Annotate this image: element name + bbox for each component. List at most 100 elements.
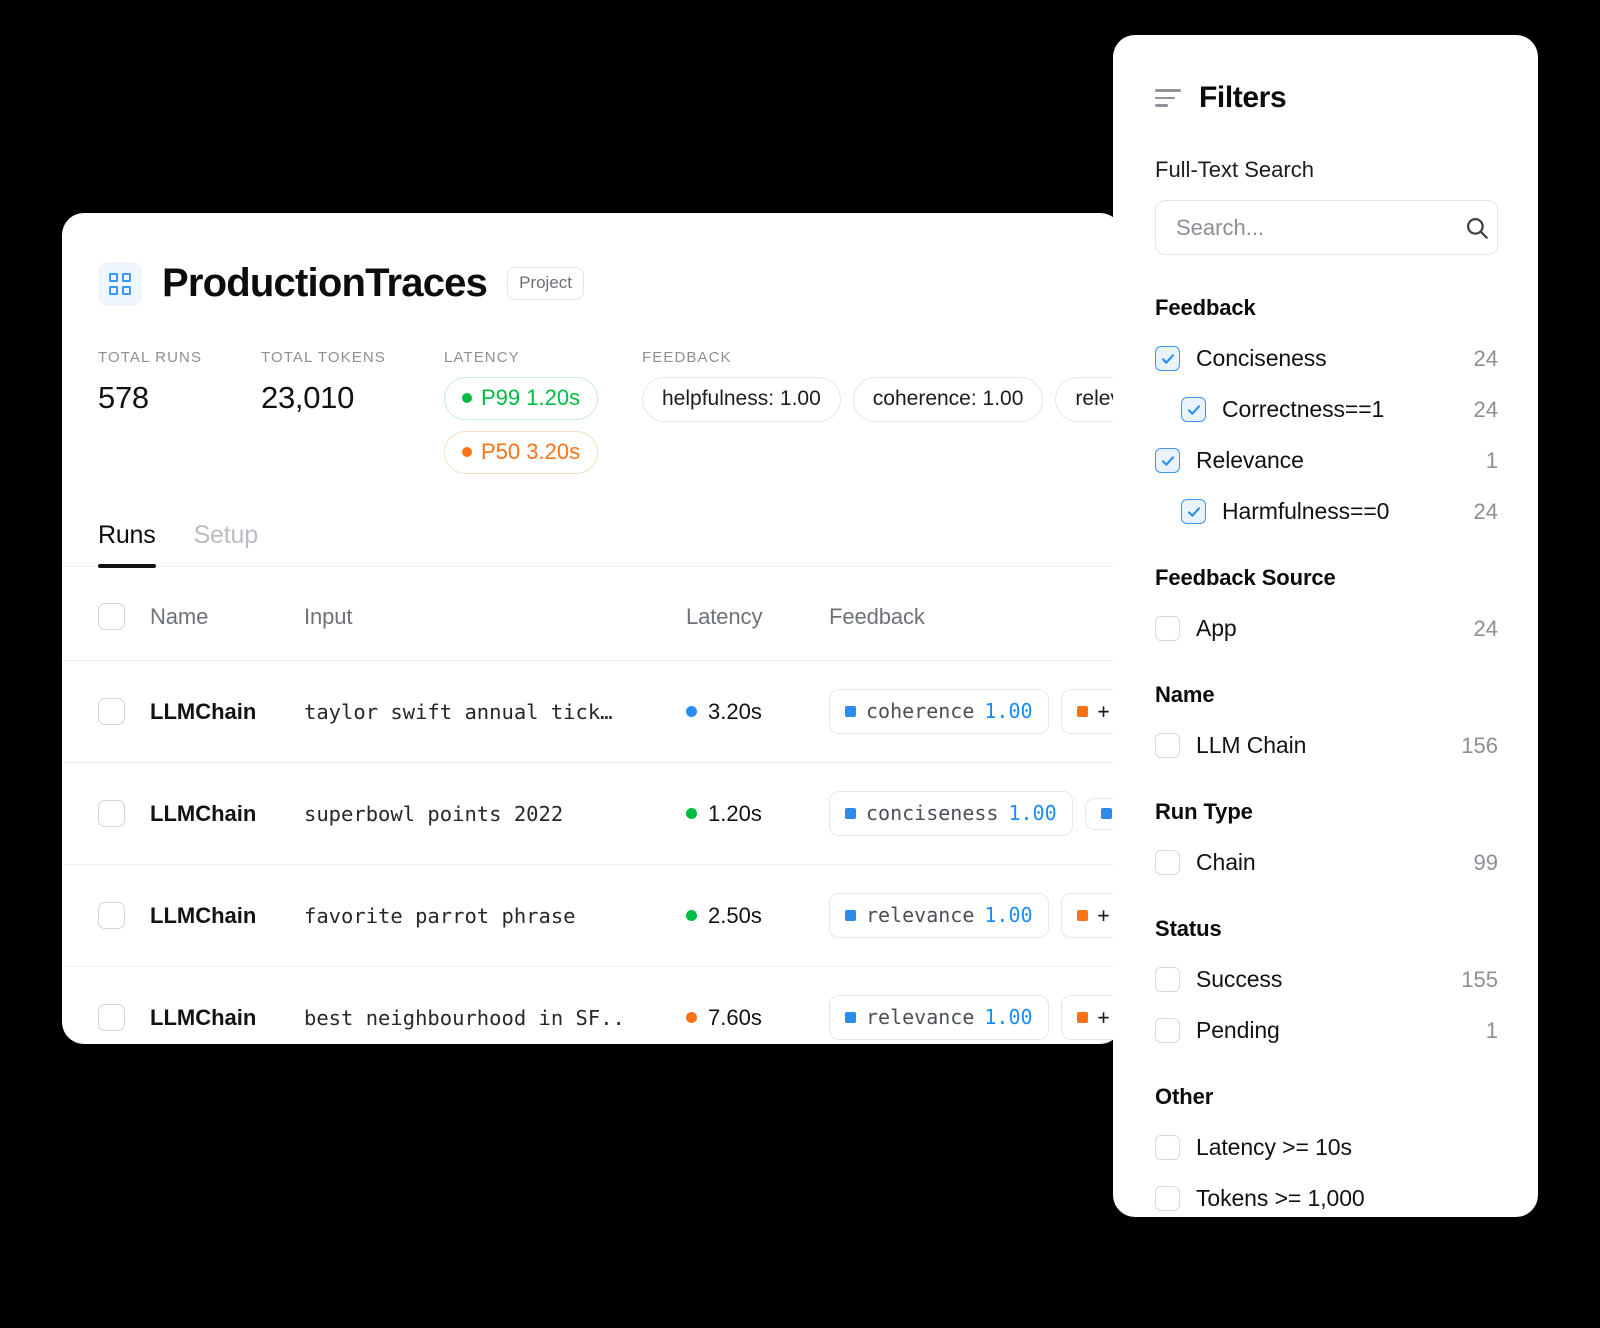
feedback-chip[interactable]: coherence 1.00	[829, 689, 1049, 734]
latency-dot	[686, 910, 697, 921]
feedback-key: relevance	[866, 1005, 975, 1029]
cell-input: favorite parrot phrase	[304, 864, 686, 967]
cell-feedback: coherence 1.00 +	[829, 660, 1122, 763]
filter-checkbox[interactable]	[1155, 1135, 1180, 1160]
filter-lines-icon	[1155, 89, 1181, 107]
filters-header: Filters	[1155, 81, 1498, 115]
feedback-value: 1.00	[984, 903, 1033, 927]
latency-dot	[686, 808, 697, 819]
latency-text: 7.60s	[708, 1004, 762, 1030]
page-title: ProductionTraces	[162, 261, 488, 305]
stat-label: LATENCY	[444, 349, 520, 366]
feedback-dot	[1076, 1011, 1088, 1023]
filter-option-count: 24	[1473, 498, 1498, 524]
filter-option-row[interactable]: Harmfulness==0 24	[1155, 498, 1498, 525]
run-latency: 3.20s	[686, 699, 829, 725]
latency-text: 2.50s	[708, 902, 762, 928]
stat-total-runs: TOTAL RUNS 578	[98, 349, 261, 416]
filter-checkbox[interactable]	[1155, 967, 1180, 992]
title-row: ProductionTraces Project	[98, 261, 1122, 306]
col-header-feedback[interactable]: Feedback	[829, 567, 1122, 661]
table-header-row: Name Input Latency Feedback	[62, 567, 1122, 661]
project-badge: Project	[507, 267, 584, 300]
row-select-cell	[62, 966, 150, 1044]
col-header-name[interactable]: Name	[150, 567, 304, 661]
full-text-search-label: Full-Text Search	[1155, 157, 1314, 182]
run-input: best neighbourhood in SF..	[304, 1005, 625, 1030]
feedback-more-text: +	[1097, 1005, 1110, 1029]
latency-badge-p50: P50 3.20s	[444, 431, 599, 474]
col-header-latency[interactable]: Latency	[686, 567, 829, 661]
feedback-chip[interactable]: relevance 1.00	[829, 893, 1049, 938]
row-checkbox[interactable]	[98, 698, 125, 725]
status-dot	[462, 447, 472, 457]
feedback-dot	[845, 1011, 856, 1023]
filter-checkbox[interactable]	[1155, 346, 1180, 371]
filter-option-row[interactable]: Success 155	[1155, 966, 1498, 993]
feedback-key: conciseness	[866, 801, 999, 825]
stat-feedback: FEEDBACK helpfulness: 1.00 coherence: 1.…	[642, 349, 1122, 422]
latency-text: 3.20s	[708, 698, 762, 724]
stat-value: 578	[98, 380, 149, 415]
filter-checkbox[interactable]	[1155, 616, 1180, 641]
tab-setup[interactable]: Setup	[194, 521, 259, 566]
filter-option-label: Chain	[1196, 849, 1256, 875]
run-name: LLMChain	[150, 698, 257, 724]
feedback-value: 1.00	[1008, 801, 1057, 825]
row-checkbox[interactable]	[98, 902, 125, 929]
filter-option-count: 24	[1473, 345, 1498, 371]
cell-name: LLMChain	[150, 864, 304, 967]
row-checkbox[interactable]	[98, 800, 125, 827]
filter-checkbox[interactable]	[1181, 397, 1206, 422]
run-latency: 1.20s	[686, 801, 829, 827]
filter-checkbox[interactable]	[1155, 850, 1180, 875]
latency-p99-text: P99 1.20s	[481, 385, 581, 410]
filter-checkbox[interactable]	[1155, 1018, 1180, 1043]
runs-table: Name Input Latency Feedback LLMChain tayl…	[62, 567, 1122, 1044]
filter-section-title: Feedback Source	[1155, 565, 1336, 590]
runs-table-body: LLMChain taylor swift annual tick… 3.20s co…	[62, 660, 1122, 1044]
col-header-input[interactable]: Input	[304, 567, 686, 661]
filter-option-count: 155	[1461, 966, 1498, 992]
tab-runs[interactable]: Runs	[98, 521, 156, 568]
filter-option-row[interactable]: App 24	[1155, 615, 1498, 642]
cell-feedback: conciseness 1.00	[829, 762, 1122, 865]
filter-checkbox[interactable]	[1155, 733, 1180, 758]
filter-option-row[interactable]: Chain 99	[1155, 849, 1498, 876]
filter-option-row[interactable]: Conciseness 24	[1155, 345, 1498, 372]
filter-option-row[interactable]: Tokens >= 1,000	[1155, 1185, 1498, 1212]
filter-option-label: Conciseness	[1196, 345, 1327, 371]
feedback-chips: relevance 1.00 +	[829, 995, 1122, 1040]
table-row[interactable]: LLMChain best neighbourhood in SF.. 7.60s r…	[62, 966, 1122, 1044]
feedback-chip[interactable]: conciseness 1.00	[829, 791, 1073, 836]
filter-checkbox[interactable]	[1155, 448, 1180, 473]
row-checkbox[interactable]	[98, 1004, 125, 1031]
run-input: superbowl points 2022	[304, 801, 564, 826]
select-all-checkbox[interactable]	[98, 603, 125, 630]
feedback-chip[interactable]: relevance 1.00	[829, 995, 1049, 1040]
table-row[interactable]: LLMChain taylor swift annual tick… 3.20s co…	[62, 660, 1122, 763]
run-name: LLMChain	[150, 1004, 257, 1030]
filter-option-label: Tokens >= 1,000	[1196, 1185, 1365, 1211]
search-input[interactable]	[1176, 214, 1464, 241]
filter-option-row[interactable]: Pending 1	[1155, 1017, 1498, 1044]
search-field[interactable]	[1155, 200, 1498, 255]
table-row[interactable]: LLMChain favorite parrot phrase 2.50s relev…	[62, 864, 1122, 967]
run-input: taylor swift annual tick…	[304, 699, 613, 724]
filter-option-count: 99	[1473, 849, 1498, 875]
search-icon[interactable]	[1464, 215, 1490, 241]
filter-option-label: Latency >= 10s	[1196, 1134, 1352, 1160]
filter-option-label: Pending	[1196, 1017, 1280, 1043]
filter-checkbox[interactable]	[1155, 1186, 1180, 1211]
filter-option-row[interactable]: Correctness==1 24	[1155, 396, 1498, 423]
row-select-cell	[62, 660, 150, 763]
filter-option-row[interactable]: Latency >= 10s	[1155, 1134, 1498, 1161]
feedback-dot	[1100, 807, 1112, 819]
screenshot-root: ProductionTraces Project TOTAL RUNS 578 …	[0, 0, 1600, 1328]
table-row[interactable]: LLMChain superbowl points 2022 1.20s concis…	[62, 762, 1122, 865]
filter-option-row[interactable]: Relevance 1	[1155, 447, 1498, 474]
filter-checkbox[interactable]	[1181, 499, 1206, 524]
filter-option-row[interactable]: LLM Chain 156	[1155, 732, 1498, 759]
stat-value: 23,010	[261, 380, 355, 415]
runs-card: ProductionTraces Project TOTAL RUNS 578 …	[62, 213, 1122, 1044]
